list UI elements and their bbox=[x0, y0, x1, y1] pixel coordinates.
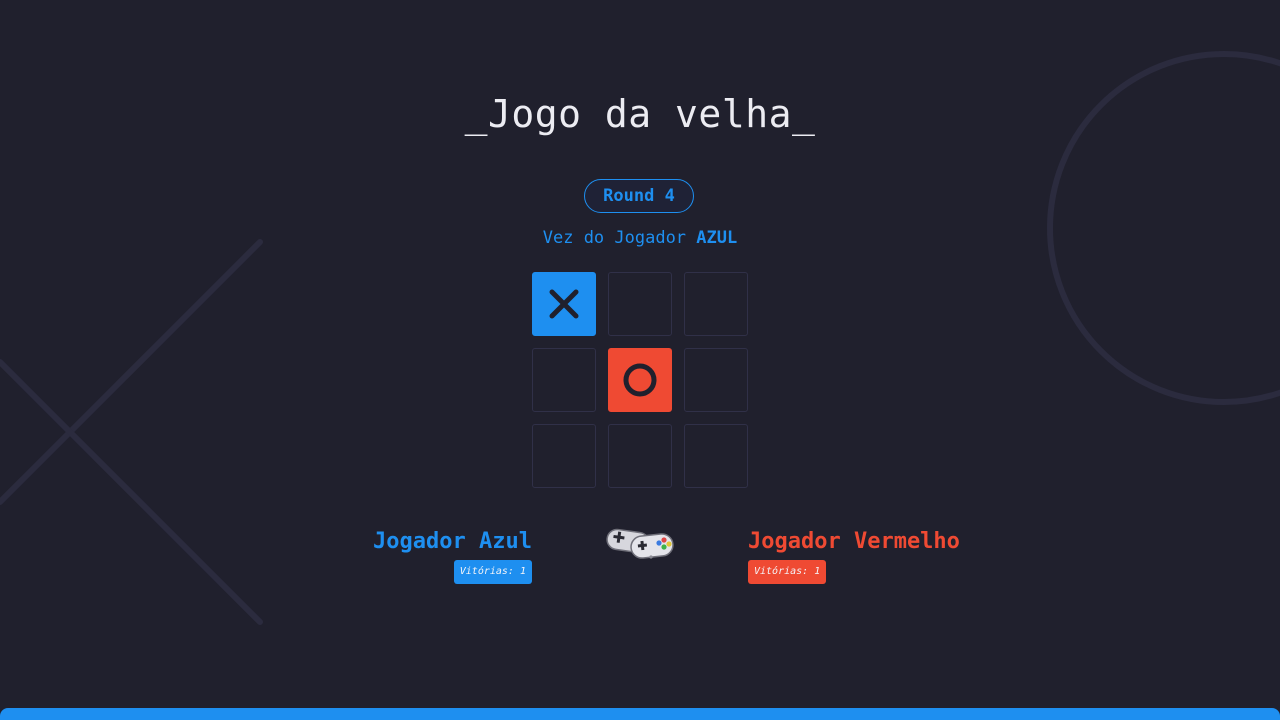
board-cell-8[interactable] bbox=[608, 424, 672, 488]
board-cell-1[interactable] bbox=[532, 272, 596, 336]
background-x-stroke-2 bbox=[0, 359, 263, 625]
player-red-wins-badge: Vitórias: 1 bbox=[748, 560, 827, 584]
board-cell-6[interactable] bbox=[684, 348, 748, 412]
turn-prefix: Vez do Jogador bbox=[542, 228, 697, 248]
player-red-panel: Jogador Vermelho Vitórias: 1 bbox=[748, 529, 960, 584]
player-red-name: Jogador Vermelho bbox=[748, 529, 960, 554]
game-page: _Jogo da velha_ Round 4 Vez do Jogador A… bbox=[0, 0, 1280, 720]
x-mark-icon bbox=[549, 289, 579, 319]
board-cell-2[interactable] bbox=[608, 272, 672, 336]
turn-indicator: Vez do Jogador AZUL bbox=[0, 228, 1280, 248]
board-cell-3[interactable] bbox=[684, 272, 748, 336]
background-x-stroke-1 bbox=[0, 239, 263, 505]
game-controller-icon bbox=[606, 528, 674, 559]
player-blue-name: Jogador Azul bbox=[373, 529, 532, 554]
player-blue-panel: Jogador Azul Vitórias: 1 bbox=[373, 529, 532, 584]
bottom-bar bbox=[0, 708, 1280, 720]
player-blue-wins-badge: Vitórias: 1 bbox=[453, 560, 532, 584]
game-board bbox=[532, 272, 748, 488]
page-title: _Jogo da velha_ bbox=[464, 92, 816, 136]
board-cell-4[interactable] bbox=[532, 348, 596, 412]
o-mark-icon bbox=[623, 363, 657, 397]
board-cell-9[interactable] bbox=[684, 424, 748, 488]
round-badge: Round 4 bbox=[584, 179, 694, 213]
board-cell-5[interactable] bbox=[608, 348, 672, 412]
turn-player: AZUL bbox=[696, 228, 738, 248]
board-cell-7[interactable] bbox=[532, 424, 596, 488]
